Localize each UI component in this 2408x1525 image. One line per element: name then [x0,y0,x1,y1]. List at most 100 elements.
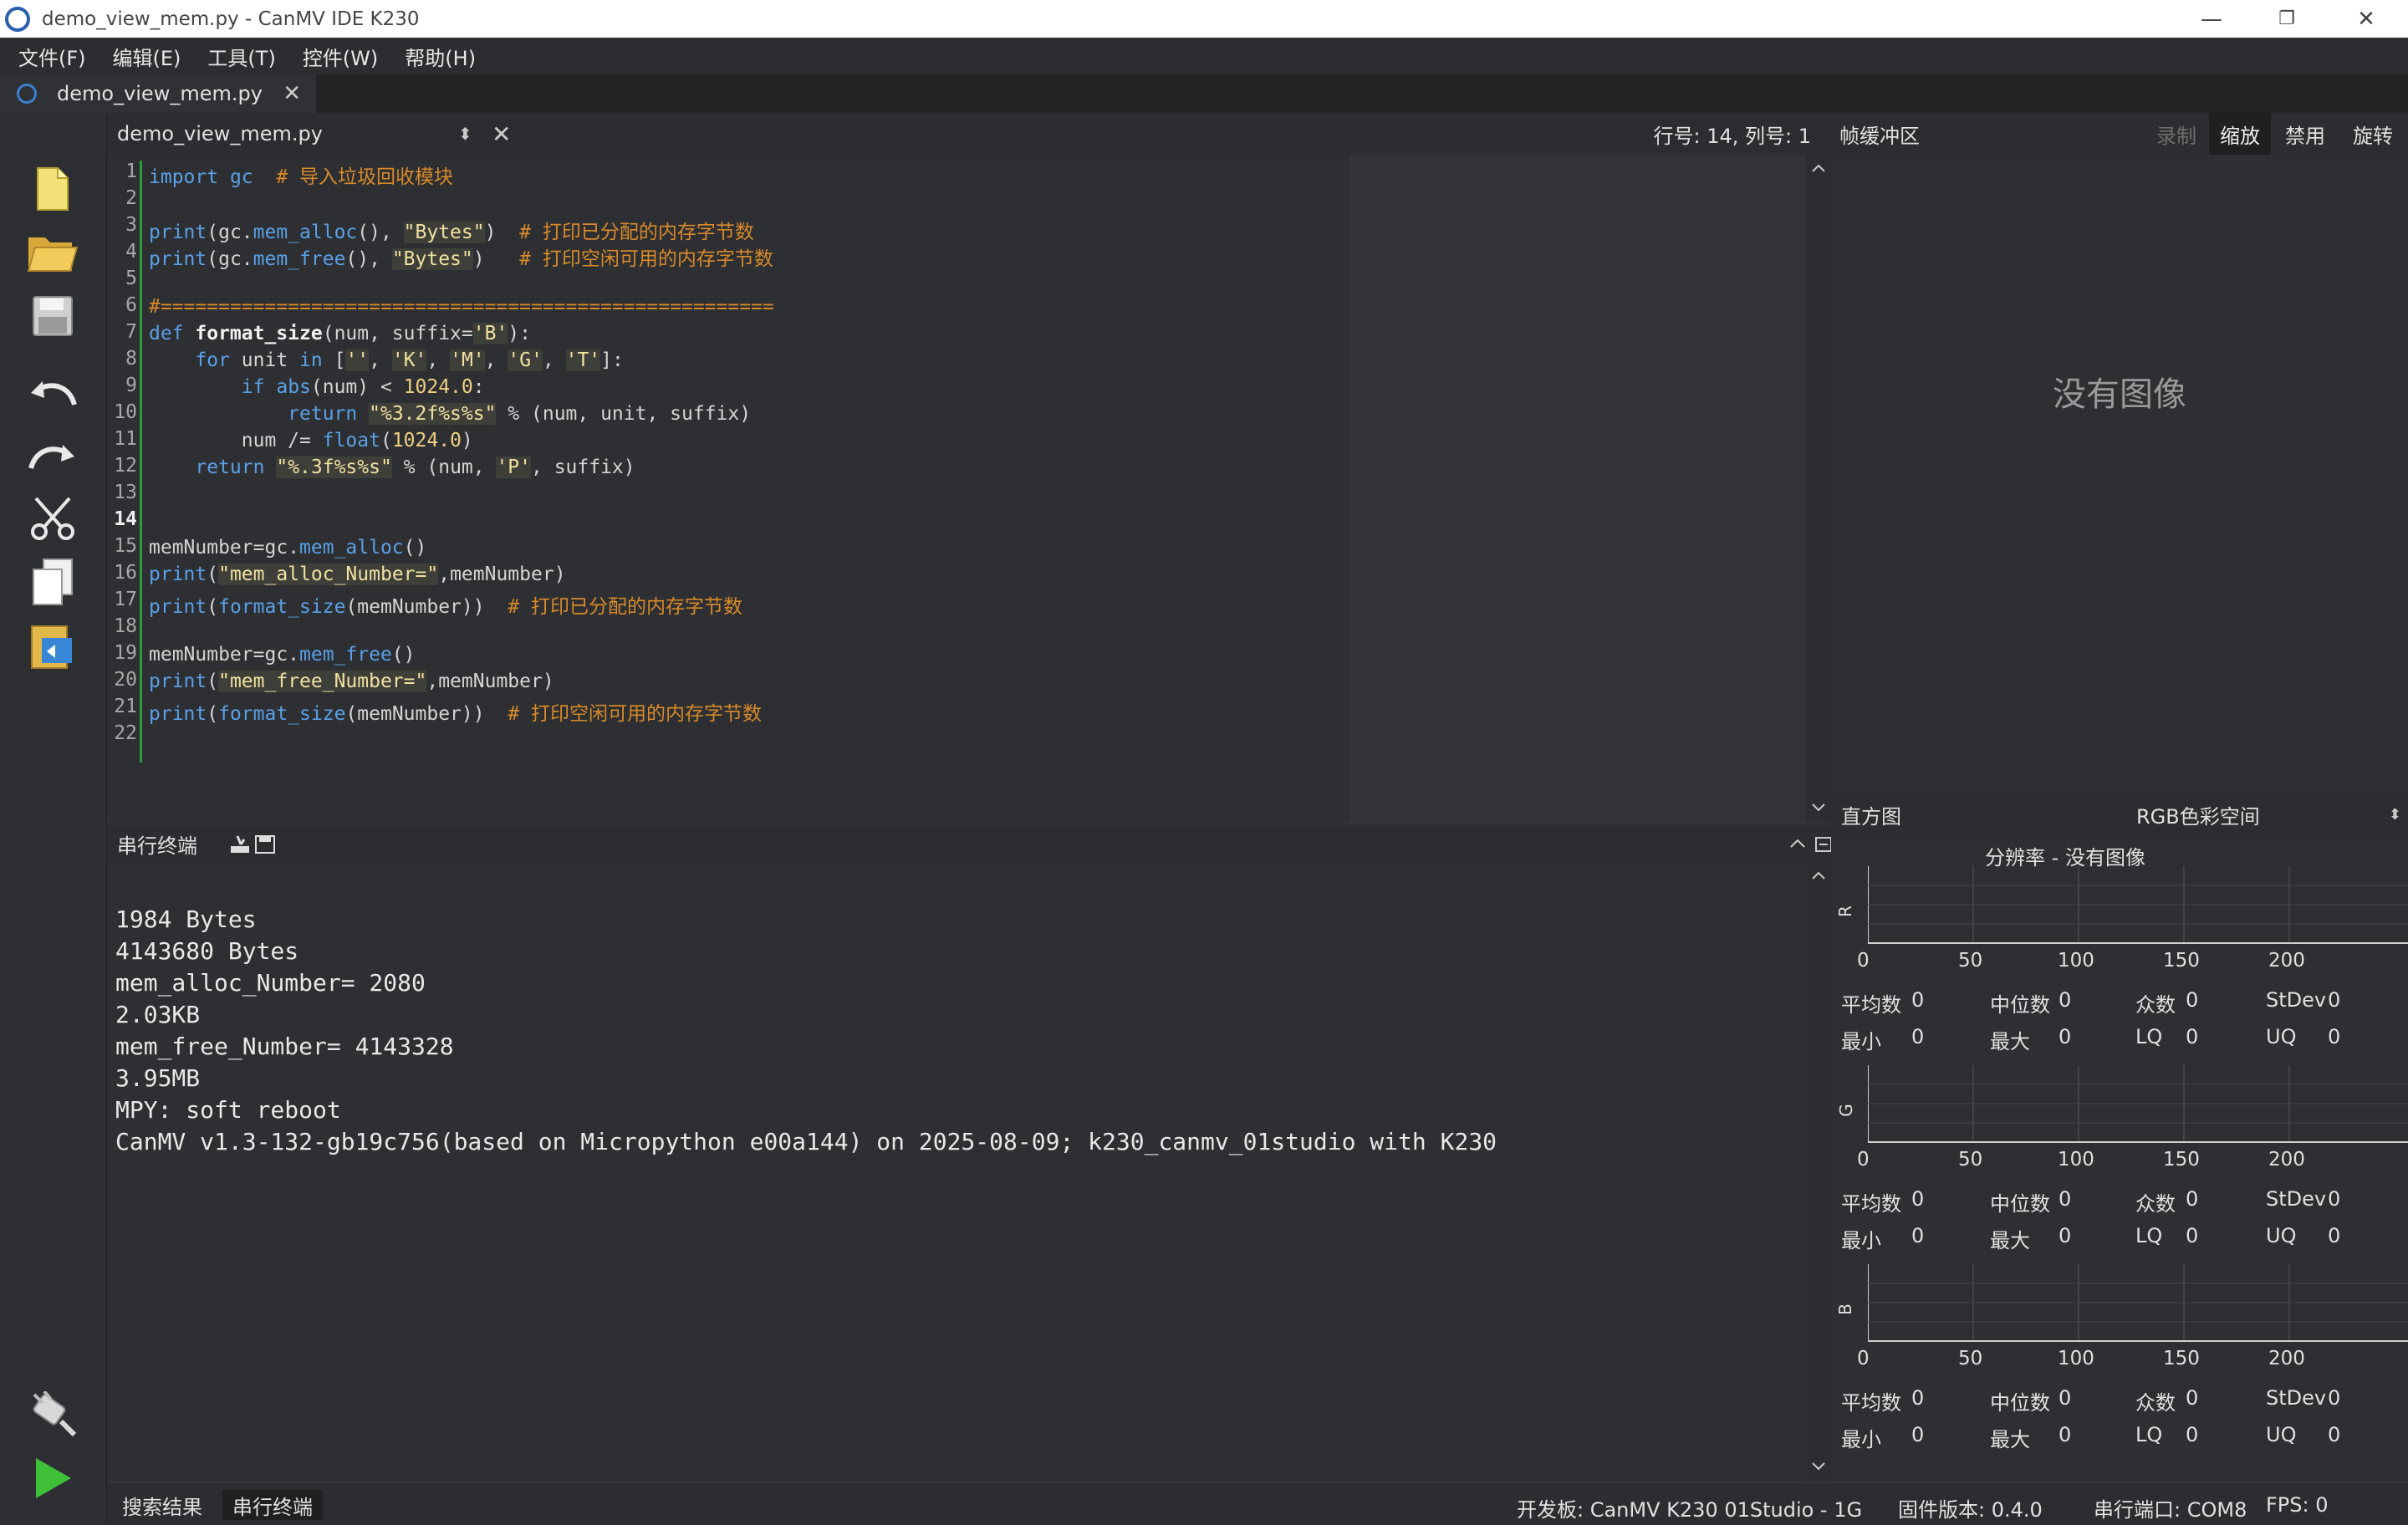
code-line-16: print("mem_alloc_Number=",memNumber) [149,564,566,585]
histogram-channel-b: B 0 50 100 150 200 平均数 0 中位数 0 众数 0 StDev 0 最小 0 最大 0 LQ 0 U… [1831,1264,2408,1463]
color-space-spinner-icon[interactable]: ⬍ [2389,806,2401,824]
stat-mode: 众数 [2135,993,2176,1017]
menu-bar: 文件(F) 编辑(E) 工具(T) 控件(W) 帮助(H) [0,38,2408,74]
title-bar: demo_view_mem.py - CanMV IDE K230 — ❐ ✕ [0,0,2408,38]
line-number: 2 [125,187,137,209]
undo-icon[interactable] [25,364,80,419]
editor-header: demo_view_mem.py ⬍ ✕ 行号: 14, 列号: 1 [107,113,1831,155]
stat-mean: 平均数 [1841,993,1901,1017]
stat-median: 中位数 [1990,1192,2050,1216]
save-terminal-icon[interactable] [254,834,276,858]
line-number: 14 [114,508,137,530]
color-space-select[interactable]: RGB色彩空间 [2136,800,2260,829]
menu-help[interactable]: 帮助(H) [405,42,476,71]
firmware-version: 固件版本: 0.4.0 [1898,1498,2043,1522]
serial-terminal-output[interactable]: 1984 Bytes 4143680 Bytes mem_alloc_Numbe… [107,864,1806,1482]
window-title: demo_view_mem.py - CanMV IDE K230 [42,8,420,30]
connect-icon[interactable] [25,1387,80,1442]
rotate-button[interactable]: 旋转 [2341,113,2405,155]
tab-close-icon[interactable]: ✕ [283,81,301,106]
stat-lq-value: 0 [2186,1025,2199,1048]
new-file-icon[interactable] [25,161,80,217]
code-line-4: print(gc.mem_free(), "Bytes") # 打印空闲可用的内… [149,248,773,270]
axis-tick-label: 0 [1857,950,1870,972]
stat-max-value: 0 [2059,1423,2072,1446]
axis-tick-label: 150 [2163,950,2200,972]
stat-uq-value: 0 [2328,1423,2341,1446]
cut-icon[interactable] [25,491,80,546]
copy-icon[interactable] [25,554,80,609]
line-numbers: 1 2 3 4 5 6 7 8 9 10 11 12 13 14 15 16 17 18 19 20 21 22 [107,0,140,769]
cursor-position: 行号: 14, 列号: 1 [1653,124,1812,148]
record-button[interactable]: 录制 [2147,113,2206,155]
stat-min: 最小 [1841,1030,1881,1053]
maximize-button[interactable]: ❐ [2249,0,2324,38]
terminal-line: 3.95MB [115,1064,201,1092]
code-line-3: print(gc.mem_alloc(), "Bytes") # 打印已分配的内… [149,222,754,243]
file-selector[interactable]: demo_view_mem.py [117,122,323,145]
collapse-terminal-icon[interactable] [1789,836,1806,852]
close-window-button[interactable]: ✕ [2329,0,2404,38]
menu-file[interactable]: 文件(F) [18,42,86,71]
stat-uq: UQ [2266,1025,2297,1048]
code-line-20: print("mem_free_Number=",memNumber) [149,671,554,692]
stat-min-value: 0 [1911,1423,1925,1446]
axis-tick-label: 0 [1857,1348,1870,1369]
stat-lq-value: 0 [2186,1423,2199,1446]
code-line-10: return "%3.2f%s%s" % (num, unit, suffix) [288,403,752,425]
serial-terminal-header: 串行终端 [107,824,1833,864]
line-number: 4 [125,241,137,263]
code-line-8: for unit in ['', 'K', 'M', 'G', 'T']: [195,349,624,371]
line-number: 10 [114,401,137,423]
code-line-12: return "%.3f%s%s" % (num, 'P', suffix) [195,456,635,478]
redo-icon[interactable] [25,427,80,482]
float-terminal-icon[interactable] [1814,836,1833,856]
stat-uq-value: 0 [2328,1224,2341,1247]
menu-widgets[interactable]: 控件(W) [303,42,378,71]
no-image-label: 没有图像 [2053,375,2186,414]
save-icon[interactable] [25,288,80,344]
stat-lq: LQ [2135,1224,2163,1247]
open-folder-icon[interactable] [25,225,80,280]
terminal-line: mem_alloc_Number= 2080 [115,969,426,997]
serial-port: 串行端口: COM8 [2094,1498,2247,1522]
editor-scrollbar[interactable] [1806,155,1831,824]
paste-icon[interactable] [25,618,80,673]
histogram-plot [1868,1065,2408,1143]
minimize-button[interactable]: — [2174,0,2249,38]
tab-serial-terminal[interactable]: 串行终端 [222,1490,323,1520]
histogram-title: 直方图 [1841,804,1901,829]
channel-label: G [1835,1104,1856,1117]
stat-stdev-value: 0 [2328,1386,2341,1410]
code-line-21: print(format_size(memNumber)) # 打印空闲可用的内… [149,703,763,725]
axis-tick-label: 100 [2058,1348,2094,1369]
stat-mode: 众数 [2135,1391,2176,1415]
run-icon[interactable] [25,1451,80,1506]
board-info: 开发板: CanMV K230 01Studio - 1G [1517,1498,1863,1522]
file-switch-icon[interactable]: ⬍ [458,124,472,144]
histogram-panel: 分辨率 - 没有图像 R 0 50 100 150 200 平均数 0 中位数 0 众数 0 StDev… [1831,834,2408,1482]
disable-button[interactable]: 禁用 [2274,113,2336,155]
stat-min: 最小 [1841,1428,1881,1451]
python-file-icon [17,84,37,104]
zoom-button[interactable]: 缩放 [2209,113,2271,155]
tab-search-results[interactable]: 搜索结果 [112,1490,212,1520]
terminal-scrollbar[interactable] [1806,864,1831,1482]
line-number: 12 [114,455,137,477]
line-number: 5 [125,268,137,289]
stat-mode-value: 0 [2186,1386,2199,1410]
left-toolbar [0,113,107,1525]
axis-tick-label: 200 [2268,1348,2305,1369]
menu-tools[interactable]: 工具(T) [207,42,275,71]
stat-mean: 平均数 [1841,1192,1901,1216]
editor-minimap-area [1350,155,1814,824]
stat-max-value: 0 [2059,1224,2072,1247]
close-editor-icon[interactable]: ✕ [492,120,511,148]
stat-lq: LQ [2135,1423,2163,1446]
framebuffer-header: 帧缓冲区 录制 缩放 禁用 旋转 [1831,113,2408,155]
tab-demo-view-mem[interactable]: demo_view_mem.py ✕ [0,74,316,113]
clear-terminal-icon[interactable] [229,834,253,858]
terminal-line: 4143680 Bytes [115,937,299,965]
stat-mode-value: 0 [2186,988,2199,1012]
stat-max: 最大 [1990,1428,2030,1451]
